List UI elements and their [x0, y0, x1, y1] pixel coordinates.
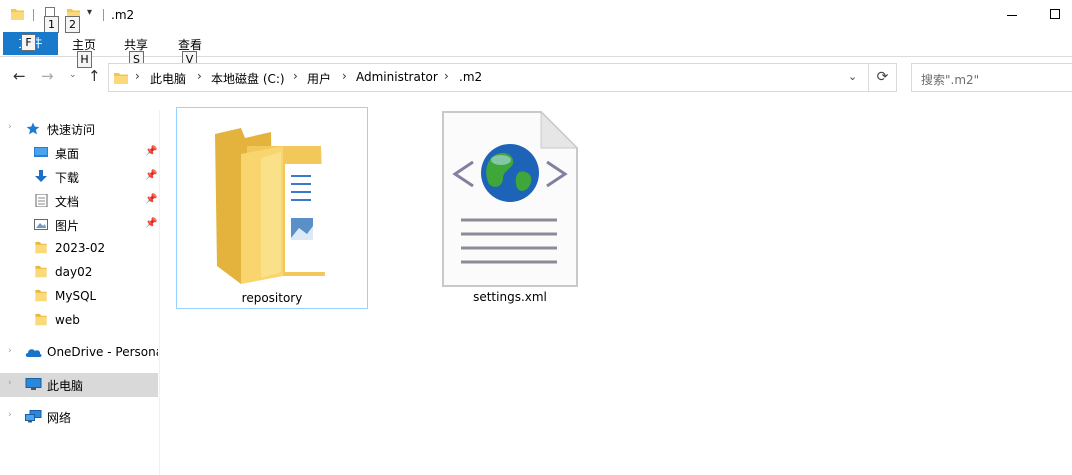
picture-icon [34, 219, 48, 230]
search-box[interactable]: 搜索".m2" [911, 63, 1072, 92]
chevron-right-icon[interactable]: › [342, 69, 347, 83]
sidebar-item-label: web [55, 313, 80, 327]
back-arrow-icon[interactable]: ← [13, 67, 26, 85]
refresh-button[interactable]: ⟳ [869, 63, 897, 92]
chevron-right-icon[interactable]: › [444, 69, 449, 83]
sidebar-item-day02[interactable]: day02 [0, 261, 158, 285]
navigation-bar: ← → ⌄ ↑ › 此电脑 › 本地磁盘 (C:) › 用户 › Adminis… [0, 57, 1072, 99]
window-title: .m2 [111, 8, 135, 22]
sidebar-item-label: 桌面 [55, 147, 80, 161]
sidebar-item-desktop[interactable]: 桌面 📌 [0, 141, 158, 165]
chevron-right-icon[interactable]: › [293, 69, 298, 83]
folder-icon [35, 265, 47, 278]
sidebar-item-label: 下载 [55, 171, 80, 185]
breadcrumb-local-disk[interactable]: 本地磁盘 (C:) [211, 70, 285, 87]
folder-icon [35, 289, 47, 302]
forward-arrow-icon[interactable]: → [41, 67, 54, 85]
sidebar-item-network[interactable]: › 网络 [0, 405, 158, 429]
breadcrumb-m2[interactable]: .m2 [459, 70, 482, 84]
separator [103, 9, 104, 21]
sidebar-item-label: 此电脑 [47, 379, 84, 393]
up-arrow-icon[interactable]: ↑ [88, 67, 101, 85]
chevron-right-icon[interactable]: › [197, 69, 202, 83]
separator [33, 9, 34, 21]
computer-icon [25, 378, 42, 390]
sidebar-item-documents[interactable]: 文档 📌 [0, 189, 158, 213]
desktop-icon [34, 147, 48, 157]
sidebar-item-quick-access[interactable]: › 快速访问 [0, 117, 158, 141]
minimize-button[interactable] [1007, 15, 1017, 16]
network-icon [25, 410, 42, 423]
file-tile-settings-xml[interactable]: settings.xml [416, 107, 604, 309]
breadcrumb-this-pc[interactable]: 此电脑 [150, 70, 186, 87]
folder-icon [35, 241, 47, 254]
star-icon [26, 122, 40, 135]
expand-icon[interactable]: › [8, 346, 12, 356]
pin-icon[interactable]: 📌 [145, 170, 157, 181]
sidebar-item-downloads[interactable]: 下载 📌 [0, 165, 158, 189]
keytip-f: F [21, 34, 36, 51]
folder-icon [114, 73, 128, 84]
large-folder-icon [215, 128, 325, 284]
sidebar-item-label: 文档 [55, 195, 80, 209]
customize-quick-access-icon[interactable]: ▾ [87, 7, 92, 18]
sidebar-item-pictures[interactable]: 图片 📌 [0, 213, 158, 237]
address-dropdown-icon[interactable]: ⌄ [848, 70, 857, 83]
title-bar: 1 2 ▾ .m2 [0, 0, 1072, 33]
sidebar-item-label: 图片 [55, 219, 80, 233]
document-icon [35, 194, 48, 207]
maximize-button[interactable] [1050, 9, 1060, 19]
folder-tile-repository[interactable]: repository [176, 107, 368, 309]
folder-icon [35, 313, 47, 326]
chevron-right-icon[interactable]: › [135, 69, 140, 83]
expand-icon[interactable]: › [8, 410, 12, 420]
sidebar-item-label: MySQL [55, 289, 97, 303]
pin-icon[interactable]: 📌 [145, 218, 157, 229]
address-bar[interactable]: › 此电脑 › 本地磁盘 (C:) › 用户 › Administrator ›… [108, 63, 869, 92]
sidebar-item-label: day02 [55, 265, 93, 279]
sidebar-item-onedrive[interactable]: › OneDrive - Persona [0, 341, 158, 365]
cloud-icon [25, 349, 42, 357]
file-name: settings.xml [473, 290, 547, 304]
navigation-pane: › 快速访问 桌面 📌 下载 📌 文档 📌 图片 📌 2023-02 day02… [0, 110, 160, 475]
breadcrumb-administrator[interactable]: Administrator [356, 70, 438, 84]
search-input[interactable]: 搜索".m2" [921, 71, 979, 88]
recent-locations-icon[interactable]: ⌄ [69, 70, 77, 80]
folder-icon[interactable] [11, 8, 24, 20]
sidebar-item-label: 2023-02 [55, 241, 106, 255]
pin-icon[interactable]: 📌 [145, 194, 157, 205]
download-icon [35, 170, 47, 182]
sidebar-item-mysql[interactable]: MySQL [0, 285, 158, 309]
expand-icon[interactable]: › [8, 122, 12, 132]
sidebar-item-2023-02[interactable]: 2023-02 [0, 237, 158, 261]
sidebar-item-this-pc[interactable]: › 此电脑 [0, 373, 158, 397]
pin-icon[interactable]: 📌 [145, 146, 157, 157]
sidebar-item-label: 快速访问 [47, 123, 96, 137]
sidebar-item-web[interactable]: web [0, 309, 158, 333]
ribbon-tabs: 文件 F 主页 H 共享 S 查看 V [0, 31, 1072, 68]
sidebar-item-label: OneDrive - Persona [47, 345, 158, 359]
expand-icon[interactable]: › [8, 378, 12, 388]
xml-file-icon [442, 110, 579, 287]
sidebar-item-label: 网络 [47, 411, 72, 425]
file-name: repository [241, 291, 303, 305]
breadcrumb-users[interactable]: 用户 [307, 70, 331, 87]
